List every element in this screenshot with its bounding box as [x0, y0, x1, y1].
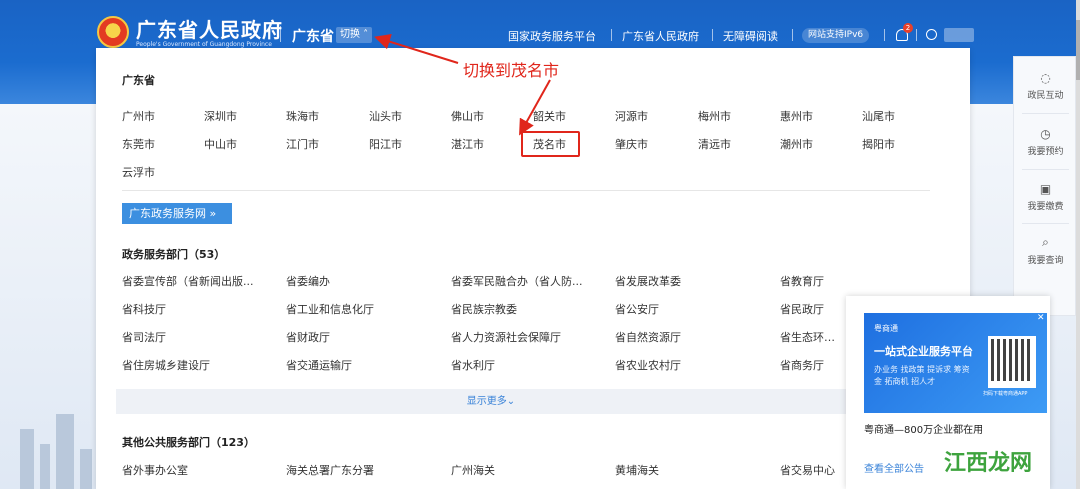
annotation-label: 切换到茂名市: [463, 61, 560, 80]
watermark: 江西龙网: [944, 451, 1033, 476]
arrow-to-maoming: [519, 79, 551, 136]
arrow-to-switch: [374, 33, 459, 64]
